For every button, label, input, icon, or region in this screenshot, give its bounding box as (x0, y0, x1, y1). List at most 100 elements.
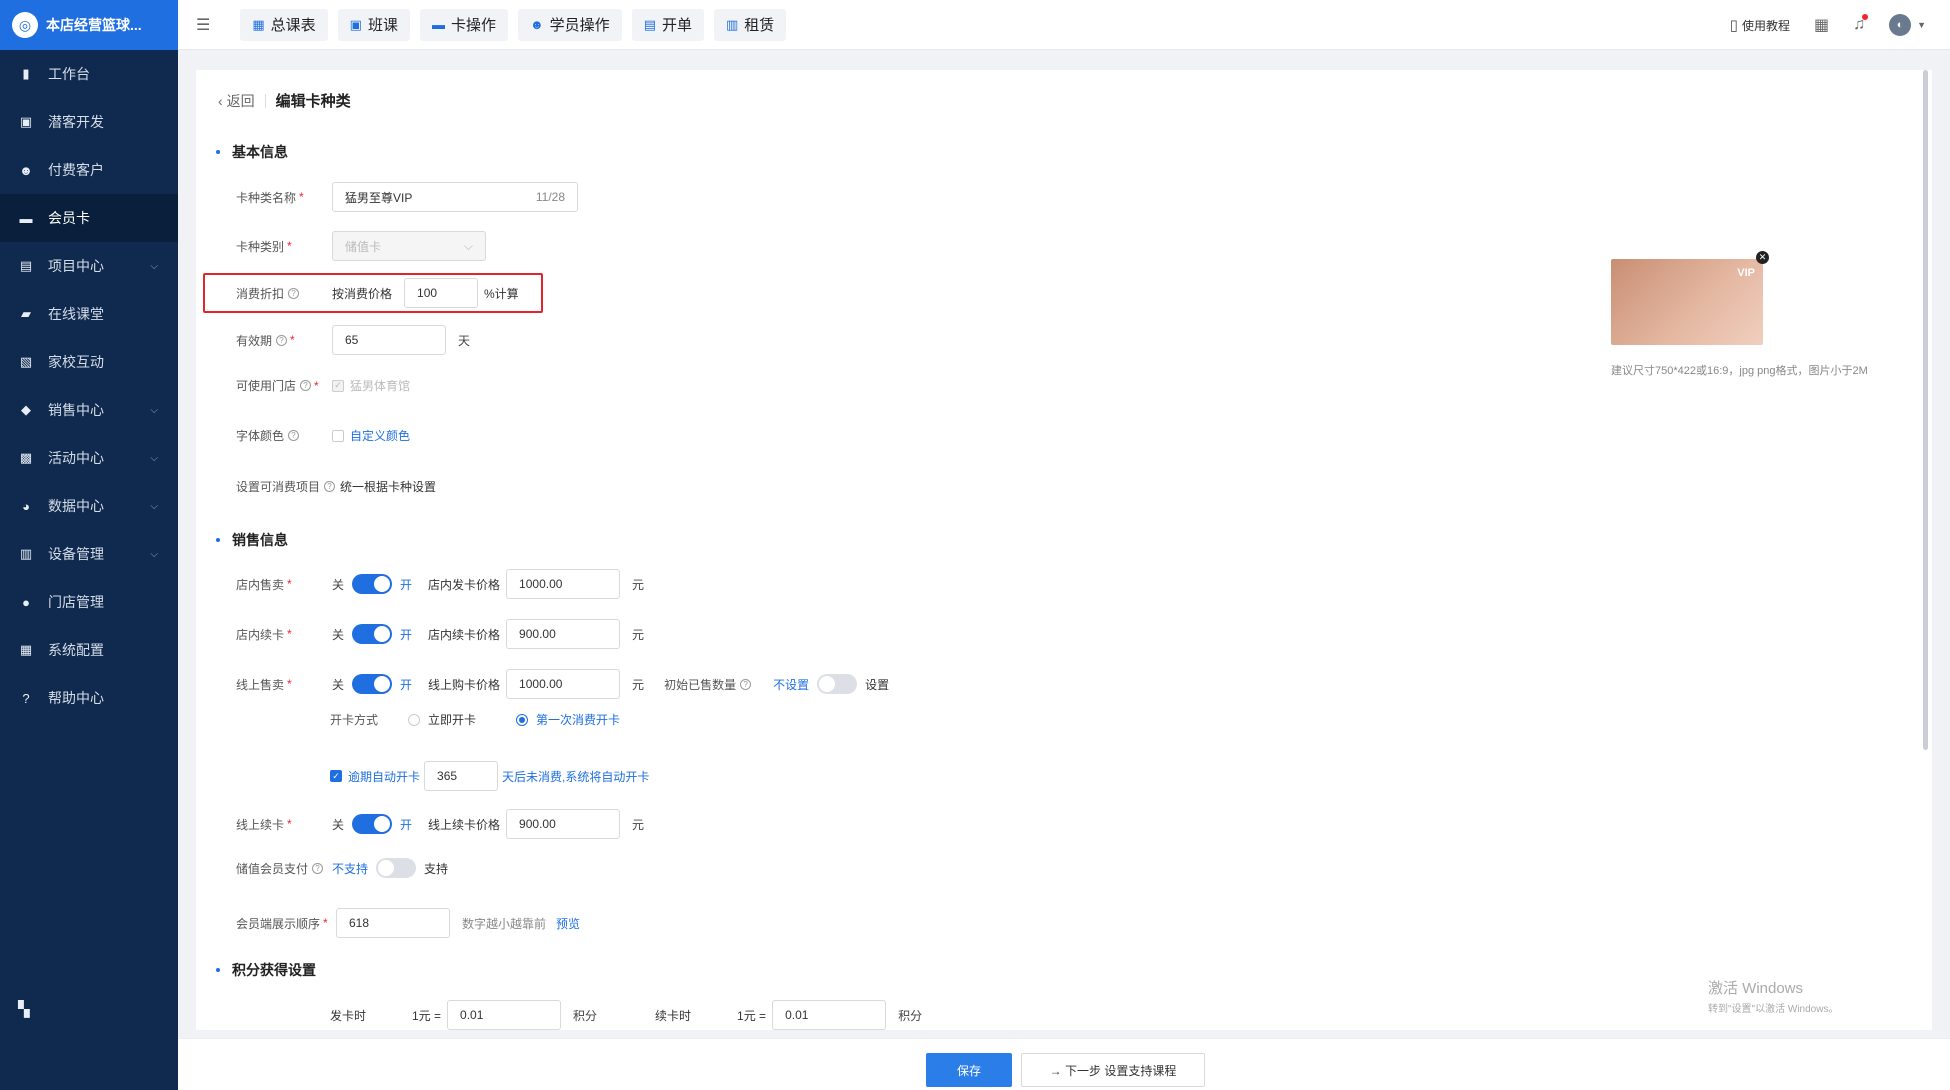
field-label: 会员端展示顺序 * (236, 915, 336, 932)
notification-dot (1862, 14, 1869, 20)
sidebar-item-sales[interactable]: ◆ 销售中心 ⌵ (0, 386, 178, 434)
help-icon[interactable]: ? (288, 430, 300, 441)
sidebar-item-prospect[interactable]: ▣ 潜客开发 (0, 98, 178, 146)
sidebar-item-device[interactable]: ▥ 设备管理 ⌵ (0, 530, 178, 578)
help-icon[interactable]: ? (324, 481, 336, 492)
card-name-input[interactable]: 猛男至尊VIP 11/28 (332, 182, 578, 212)
main-content: ‹ 返回 编辑卡种类 基本信息 卡种类名称 * 猛男至尊VIP 11/28 卡种类别 *… (196, 70, 1932, 1030)
validity-input[interactable]: 65 (332, 325, 446, 355)
sidebar-item-customers[interactable]: ☻ 付费客户 (0, 146, 178, 194)
back-link[interactable]: ‹ 返回 (218, 91, 255, 111)
initial-sold-toggle[interactable] (817, 674, 858, 694)
tab-rental[interactable]: ▥ 租赁 (714, 8, 787, 41)
input-value: 猛男至尊VIP (345, 190, 413, 205)
sidebar-item-label: 在线课堂 (48, 306, 104, 322)
sidebar-item-activity[interactable]: ▩ 活动中心 ⌵ (0, 434, 178, 482)
sidebar-item-label: 门店管理 (48, 594, 104, 610)
breadcrumb: ‹ 返回 编辑卡种类 (218, 90, 351, 111)
store-renew-toggle[interactable] (352, 624, 393, 644)
tab-order[interactable]: ▤ 开单 (631, 8, 704, 41)
sidebar-item-label: 会员卡 (48, 210, 90, 226)
online-renew-toggle[interactable] (352, 814, 393, 834)
radio-label: 立即开卡 (428, 713, 477, 727)
input-value: 365 (437, 769, 458, 783)
store-renew-price-input[interactable]: 900.00 (506, 619, 621, 649)
scrollbar[interactable] (1923, 70, 1928, 750)
help-icon[interactable]: ? (288, 287, 300, 299)
tab-schedule[interactable]: ▦ 总课表 (240, 8, 328, 41)
monitor-icon: ▣ (349, 16, 362, 32)
label-text: 卡种类别 (236, 239, 285, 254)
sidebar-item-store[interactable]: ● 门店管理 (0, 578, 178, 626)
help-icon[interactable]: ? (740, 678, 752, 690)
stored-pay-toggle[interactable] (376, 858, 417, 878)
input-value: 1000.00 (519, 677, 563, 691)
section-dot (216, 538, 220, 542)
card-type-select: 储值卡 ⌵ (332, 231, 486, 261)
rental-icon: ▥ (726, 16, 739, 32)
auto-open-checkbox[interactable]: ✓ (330, 770, 342, 782)
card-image-preview[interactable]: VIP ✕ (1611, 251, 1769, 345)
sidebar-item-label: 活动中心 (48, 450, 104, 466)
help-icon[interactable]: ? (276, 334, 288, 346)
price-label: 店内发卡价格 (428, 577, 501, 592)
caret-down-icon[interactable]: ▼ (1917, 20, 1926, 30)
row-consumable: 设置可消费项目? 统一根据卡种设置 (236, 478, 436, 495)
input-value: 900.00 (519, 627, 556, 641)
sidebar-item-classroom[interactable]: ▰ 在线课堂 (0, 290, 178, 338)
online-sell-toggle[interactable] (352, 674, 393, 694)
brand[interactable]: ◎ 本店经营篮球... (0, 0, 178, 50)
store-sell-toggle[interactable] (352, 574, 393, 594)
sidebar-item-interaction[interactable]: ▧ 家校互动 (0, 338, 178, 386)
custom-color-link[interactable]: 自定义颜色 (350, 427, 410, 444)
help-icon[interactable]: ? (300, 380, 312, 391)
menu-toggle-icon[interactable]: ☰ (196, 15, 210, 35)
sidebar-item-member-card[interactable]: ▬ 会员卡 (0, 194, 178, 242)
display-order-input[interactable]: 618 (336, 908, 450, 938)
auto-open-days-input[interactable]: 365 (424, 761, 499, 791)
qrcode-icon[interactable]: ▦ (1814, 15, 1829, 35)
tutorial-link[interactable]: ▯ 使用教程 (1730, 16, 1790, 34)
calendar-icon: ▦ (252, 16, 265, 32)
sidebar-item-project[interactable]: ▤ 项目中心 ⌵ (0, 242, 178, 290)
bell-icon[interactable]: ♫ (1853, 14, 1869, 34)
online-renew-price-input[interactable]: 900.00 (506, 809, 621, 839)
close-icon[interactable]: ✕ (1756, 251, 1769, 264)
chevron-down-icon: ⌵ (150, 500, 158, 512)
issue-points-input[interactable]: 0.01 (447, 1000, 562, 1030)
sidebar-item-data[interactable]: ◕ 数据中心 ⌵ (0, 482, 178, 530)
store-checkbox: ✓ (332, 379, 344, 392)
label-text: 店内续卡 (236, 627, 285, 642)
tab-card-operation[interactable]: ▬ 卡操作 (419, 8, 508, 41)
sidebar-item-label: 数据中心 (48, 498, 104, 514)
avatar[interactable]: ◐ (1889, 14, 1912, 36)
field-label: 储值会员支付? (236, 860, 332, 877)
next-step-button[interactable]: → 下一步 设置支持课程 (1021, 1053, 1205, 1087)
sidebar-nav: ▮ 工作台 ▣ 潜客开发 ☻ 付费客户 ▬ 会员卡 ▤ 项目中心 ⌵ ▰ 在线课堂 ▧ 家校互动… (0, 50, 178, 722)
apps-grid-icon[interactable]: ▚ (18, 1000, 30, 1018)
save-button[interactable]: 保存 (926, 1053, 1012, 1087)
input-value: 900.00 (519, 817, 556, 831)
store-sell-price-input[interactable]: 1000.00 (506, 569, 621, 599)
renew-points-input[interactable]: 0.01 (772, 1000, 887, 1030)
discount-input[interactable]: 100 (404, 278, 479, 308)
custom-color-checkbox[interactable] (332, 429, 344, 442)
switch-off-label: 关 (332, 677, 345, 692)
tab-class[interactable]: ▣ 班课 (337, 8, 410, 41)
radio-open-immediate[interactable] (408, 713, 420, 726)
sidebar-item-help[interactable]: ? 帮助中心 (0, 674, 178, 722)
sidebar-item-workbench[interactable]: ▮ 工作台 (0, 50, 178, 98)
sidebar-item-settings[interactable]: ▦ 系统配置 (0, 626, 178, 674)
help-icon[interactable]: ? (312, 862, 324, 874)
activity-icon: ▩ (19, 450, 33, 465)
online-sell-price-input[interactable]: 1000.00 (506, 669, 621, 699)
discount-suffix: %计算 (484, 286, 519, 301)
watermark-line2: 转到"设置"以激活 Windows。 (1708, 1004, 1839, 1015)
label-text: 消费折扣 (236, 286, 285, 301)
workbench-icon: ▮ (22, 66, 30, 81)
row-card-name: 卡种类名称 * 猛男至尊VIP 11/28 (236, 182, 578, 212)
preview-link[interactable]: 预览 (556, 915, 580, 932)
radio-open-first-use[interactable] (516, 713, 529, 726)
tab-student-operation[interactable]: ☻ 学员操作 (517, 8, 622, 41)
label-text: 储值会员支付 (236, 861, 309, 876)
